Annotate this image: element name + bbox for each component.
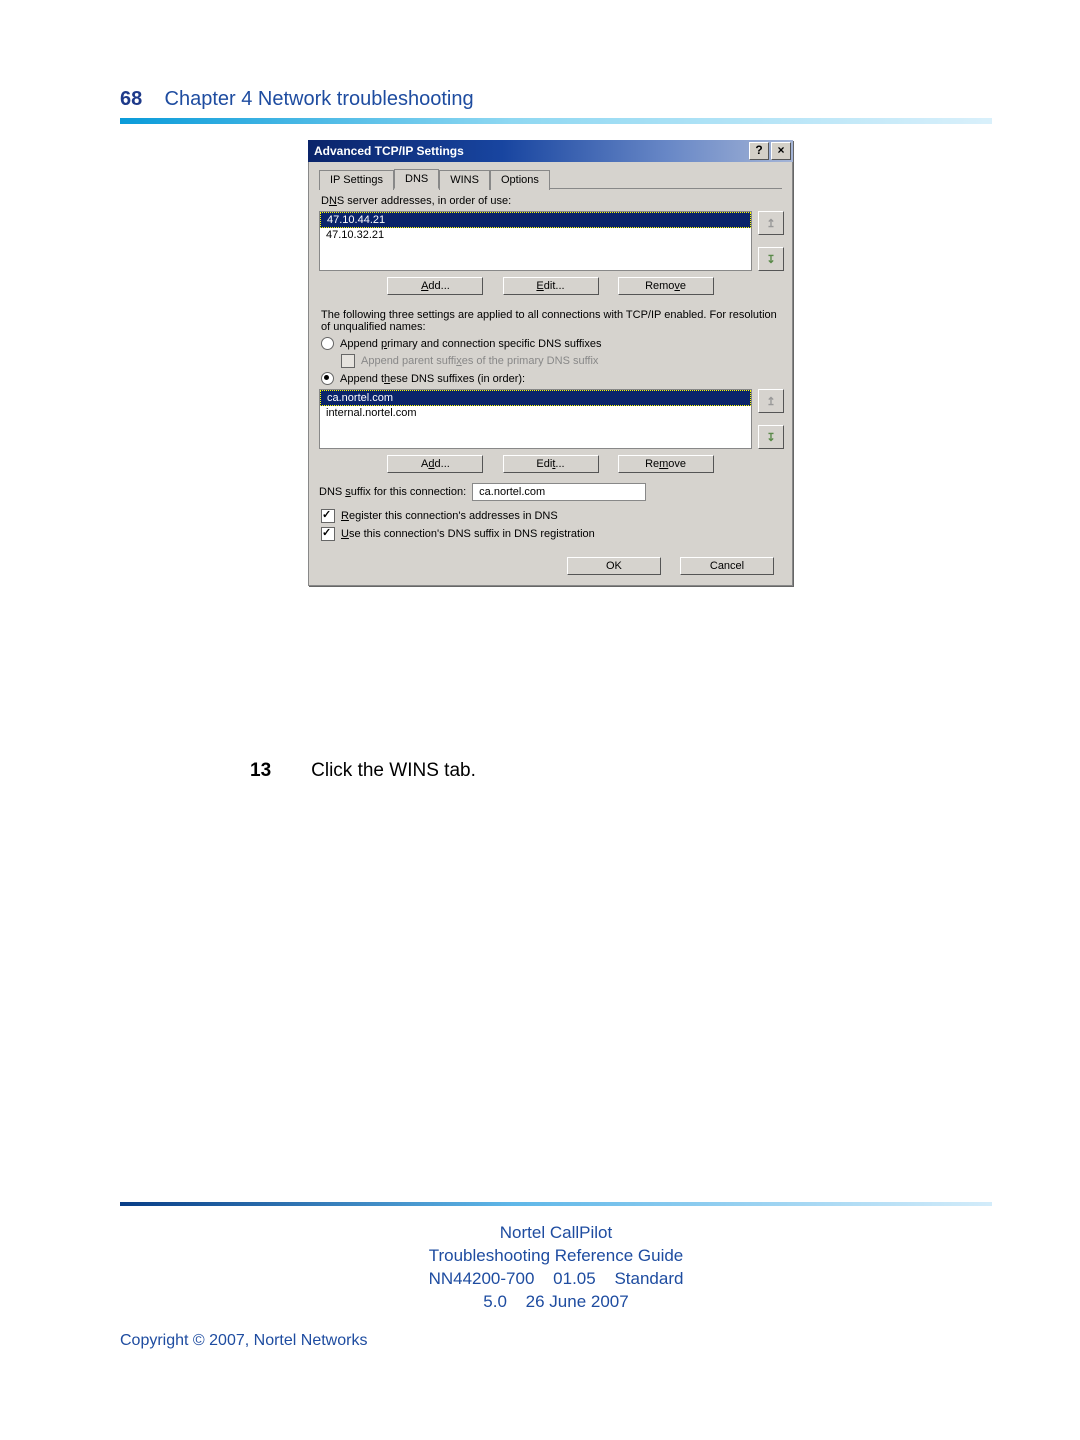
page-number: 68 <box>120 88 142 110</box>
radio-append-primary[interactable]: Append primary and connection specific D… <box>321 337 782 350</box>
explain-text: The following three settings are applied… <box>321 309 780 333</box>
suffix-input[interactable]: ca.nortel.com <box>472 483 646 501</box>
check-use-suffix[interactable]: Use this connection's DNS suffix in DNS … <box>321 527 782 541</box>
list-item[interactable]: 47.10.44.21 <box>320 212 751 228</box>
check-register-dns[interactable]: Register this connection's addresses in … <box>321 509 782 523</box>
add-button[interactable]: Add... <box>387 277 483 295</box>
move-up-button[interactable]: ↥ <box>758 211 784 235</box>
list-item[interactable]: 47.10.32.21 <box>320 228 751 242</box>
tab-dns[interactable]: DNS <box>394 169 439 189</box>
suffix-list[interactable]: ca.nortel.com internal.nortel.com <box>319 389 752 449</box>
footer-line4: 5.0 26 June 2007 <box>120 1291 992 1314</box>
add-button[interactable]: Add... <box>387 455 483 473</box>
tab-wins[interactable]: WINS <box>439 170 490 190</box>
remove-button[interactable]: Remove <box>618 277 714 295</box>
check-append-parent: Append parent suffixes of the primary DN… <box>341 354 782 368</box>
dialog-title: Advanced TCP/IP Settings <box>314 144 464 158</box>
move-down-button[interactable]: ↧ <box>758 247 784 271</box>
suffix-label: DNS suffix for this connection: <box>319 486 466 498</box>
list-item[interactable]: ca.nortel.com <box>320 390 751 406</box>
move-down-button[interactable]: ↧ <box>758 425 784 449</box>
page-header: 68 Chapter 4 Network troubleshooting <box>120 88 992 111</box>
chapter-title: Chapter 4 Network troubleshooting <box>165 88 474 110</box>
move-up-button[interactable]: ↥ <box>758 389 784 413</box>
dns-servers-list[interactable]: 47.10.44.21 47.10.32.21 <box>319 211 752 271</box>
copyright: Copyright © 2007, Nortel Networks <box>120 1332 992 1350</box>
footer-line1: Nortel CallPilot <box>120 1222 992 1245</box>
close-button[interactable]: × <box>771 142 791 160</box>
footer-line2: Troubleshooting Reference Guide <box>120 1245 992 1268</box>
cancel-button[interactable]: Cancel <box>680 557 774 575</box>
list-item[interactable]: internal.nortel.com <box>320 406 751 420</box>
radio-append-these[interactable]: Append these DNS suffixes (in order): <box>321 372 782 385</box>
tab-options[interactable]: Options <box>490 170 550 190</box>
step-instruction: 13 Click the WINS tab. <box>250 760 476 782</box>
edit-button[interactable]: Edit... <box>503 277 599 295</box>
step-number: 13 <box>250 760 271 782</box>
footer-rule <box>120 1202 992 1206</box>
remove-button[interactable]: Remove <box>618 455 714 473</box>
page-footer: Nortel CallPilot Troubleshooting Referen… <box>120 1202 992 1350</box>
ok-button[interactable]: OK <box>567 557 661 575</box>
edit-button[interactable]: Edit... <box>503 455 599 473</box>
step-text: Click the WINS tab. <box>311 760 476 782</box>
footer-line3: NN44200-700 01.05 Standard <box>120 1268 992 1291</box>
help-button[interactable]: ? <box>749 142 769 160</box>
header-rule <box>120 118 992 124</box>
titlebar: Advanced TCP/IP Settings ? × <box>308 140 793 162</box>
tab-strip: IP Settings DNS WINS Options <box>319 168 782 189</box>
tab-ip-settings[interactable]: IP Settings <box>319 170 394 190</box>
tcpip-dialog: Advanced TCP/IP Settings ? × IP Settings… <box>308 140 793 586</box>
dns-servers-label: DNS server addresses, in order of use: <box>321 195 780 207</box>
